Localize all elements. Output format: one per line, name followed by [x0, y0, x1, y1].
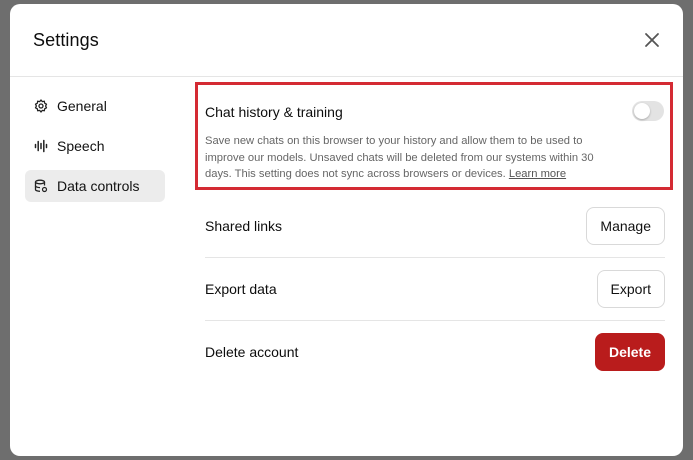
sidebar-item-label: General — [57, 98, 107, 114]
sidebar-item-general[interactable]: General — [25, 90, 165, 122]
delete-account-row: Delete account Delete — [205, 320, 665, 383]
sidebar-item-speech[interactable]: Speech — [25, 130, 165, 162]
settings-dialog: Settings General Speech Data controls Ch… — [10, 4, 683, 456]
export-button[interactable]: Export — [596, 269, 665, 308]
delete-button[interactable]: Delete — [594, 332, 665, 371]
export-data-row: Export data Export — [205, 257, 665, 321]
shared-links-row: Shared links Manage — [205, 194, 665, 258]
close-icon[interactable] — [642, 30, 662, 50]
chat-history-toggle[interactable] — [632, 101, 664, 121]
delete-account-label: Delete account — [205, 343, 299, 360]
database-icon — [34, 179, 48, 193]
dialog-header: Settings — [10, 4, 683, 77]
export-data-label: Export data — [205, 280, 277, 297]
sidebar-item-data-controls[interactable]: Data controls — [25, 170, 165, 202]
manage-button[interactable]: Manage — [586, 206, 665, 245]
learn-more-link[interactable]: Learn more — [509, 168, 566, 180]
sidebar-item-label: Speech — [57, 138, 105, 154]
dialog-title: Settings — [33, 30, 99, 50]
sidebar-item-label: Data controls — [57, 178, 140, 194]
settings-sidebar: General Speech Data controls — [25, 90, 165, 210]
chat-history-title: Chat history & training — [205, 104, 343, 120]
chat-history-description: Save new chats on this browser to your h… — [205, 133, 620, 183]
toggle-knob — [634, 103, 650, 119]
gear-icon — [34, 99, 48, 113]
waveform-icon — [34, 139, 48, 153]
shared-links-label: Shared links — [205, 217, 283, 234]
